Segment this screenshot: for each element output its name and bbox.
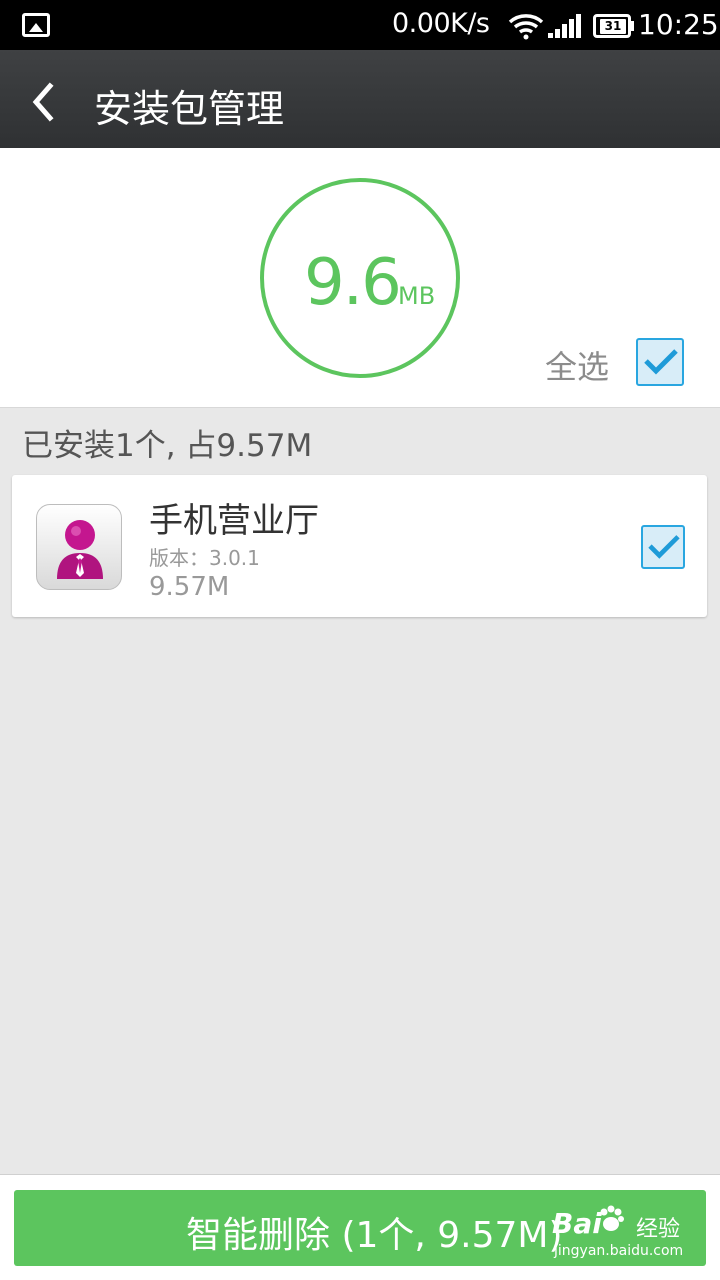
smart-delete-label: 智能删除 (1个, 9.57M) <box>186 1215 563 1256</box>
back-button[interactable] <box>18 70 74 130</box>
chevron-left-icon <box>32 82 54 122</box>
installed-section-title: 已安装1个, 占9.57M <box>22 428 313 464</box>
watermark-url: jingyan.baidu.com <box>554 1243 684 1259</box>
gallery-notification-icon <box>22 13 50 37</box>
app-list-item[interactable]: 手机营业厅 版本：3.0.1 9.57M <box>12 475 707 617</box>
clock: 10:25 <box>638 8 719 41</box>
select-all-checkbox[interactable] <box>636 338 684 386</box>
size-ring: 9.6 MB <box>260 178 460 378</box>
status-bar: 0.00K/s 31 10:25 <box>0 0 720 50</box>
select-all-label[interactable]: 全选 <box>545 342 609 388</box>
checkmark-icon <box>648 535 680 559</box>
baidu-jingyan-watermark: Bai 经验 jingyan.baidu.com <box>552 1205 702 1265</box>
storage-summary: 9.6 MB 全选 <box>0 148 720 408</box>
signal-icon <box>548 14 581 38</box>
app-size: 9.57M <box>149 572 230 602</box>
battery-tip <box>630 21 634 31</box>
app-version: 版本：3.0.1 <box>149 546 260 570</box>
total-size-unit: MB <box>398 282 436 310</box>
business-person-icon <box>36 504 122 590</box>
total-size-value: 9.6 <box>304 246 402 320</box>
battery-icon: 31 <box>593 14 631 38</box>
checkmark-icon <box>644 349 678 375</box>
app-header: 安装包管理 <box>0 50 720 148</box>
network-speed: 0.00K/s <box>392 8 490 39</box>
app-checkbox[interactable] <box>641 525 685 569</box>
battery-level: 31 <box>600 19 626 34</box>
watermark-brand: Bai <box>552 1207 602 1240</box>
page-title: 安装包管理 <box>94 87 285 131</box>
watermark-cn: 经验 <box>636 1217 681 1242</box>
wifi-icon <box>508 14 544 40</box>
app-name: 手机营业厅 <box>149 501 319 541</box>
paw-icon <box>600 1205 624 1231</box>
